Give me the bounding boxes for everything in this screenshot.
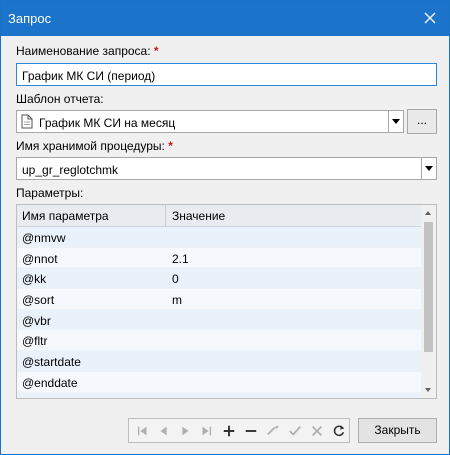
- param-value-cell[interactable]: 0: [172, 272, 179, 286]
- table-row[interactable]: @startdate: [17, 351, 421, 372]
- table-row[interactable]: @enddate: [17, 371, 421, 393]
- param-name-cell[interactable]: @vbr: [22, 314, 51, 328]
- delete-record-button[interactable]: [241, 421, 261, 440]
- table-row[interactable]: @fltr: [17, 330, 421, 352]
- table-row[interactable]: @kk 0: [17, 268, 421, 290]
- query-name-value: График МК СИ (период): [22, 69, 156, 83]
- edit-record-button[interactable]: [263, 421, 283, 440]
- query-name-label: Наименование запроса: *: [16, 44, 159, 58]
- edit-icon: [267, 424, 279, 435]
- template-select[interactable]: График МК СИ на месяц: [16, 110, 404, 133]
- params-label-text: Параметры:: [16, 186, 84, 200]
- procedure-label: Имя хранимой процедуры: *: [16, 139, 173, 153]
- param-value-cell[interactable]: m: [172, 293, 182, 307]
- table-row[interactable]: @ad 0: [17, 392, 421, 399]
- delete-icon: [245, 429, 257, 432]
- grid-header: Имя параметра Значение: [17, 205, 421, 227]
- procedure-dropdown-button[interactable]: [421, 157, 437, 180]
- close-button[interactable]: Закрыть: [358, 418, 437, 443]
- param-name-cell[interactable]: @enddate: [22, 376, 78, 390]
- add-record-button[interactable]: [219, 421, 239, 440]
- param-name-cell[interactable]: @ad: [22, 397, 48, 399]
- record-navigator: [128, 418, 350, 443]
- add-icon: [223, 425, 235, 436]
- column-header-name[interactable]: Имя параметра: [22, 209, 109, 223]
- prev-record-button[interactable]: [154, 421, 174, 440]
- grid-vertical-scrollbar[interactable]: [421, 205, 436, 398]
- chevron-down-icon: [425, 166, 433, 171]
- last-record-button[interactable]: [196, 421, 216, 440]
- query-name-input[interactable]: График МК СИ (период): [16, 63, 437, 86]
- table-row[interactable]: @sort m: [17, 289, 421, 310]
- template-browse-button[interactable]: ...: [407, 109, 437, 134]
- refresh-icon: [333, 424, 345, 436]
- param-value-cell[interactable]: 0: [172, 397, 179, 399]
- template-label-text: Шаблон отчета:: [16, 92, 104, 106]
- param-name-cell[interactable]: @nmvw: [22, 231, 66, 245]
- column-header-value[interactable]: Значение: [172, 209, 225, 223]
- next-record-button[interactable]: [175, 421, 195, 440]
- template-dropdown-button[interactable]: [388, 110, 404, 133]
- prev-icon: [160, 426, 167, 435]
- template-value: График МК СИ на месяц: [39, 116, 176, 130]
- refresh-record-button[interactable]: [329, 421, 349, 440]
- chevron-down-icon: [392, 119, 400, 124]
- param-name-cell[interactable]: @startdate: [22, 355, 81, 369]
- required-mark: *: [153, 44, 159, 58]
- params-grid: Имя параметра Значение @nmvw @nnot 2.1 @kk 0…: [16, 204, 437, 399]
- param-name-cell[interactable]: @fltr: [22, 334, 48, 348]
- template-label: Шаблон отчета:: [16, 92, 104, 106]
- title-bar: Запрос: [1, 1, 449, 36]
- procedure-select[interactable]: up_gr_reglotchmk: [16, 157, 437, 180]
- first-record-button[interactable]: [133, 421, 153, 440]
- column-divider[interactable]: [165, 205, 166, 227]
- close-icon: [424, 12, 436, 24]
- close-window-button[interactable]: [417, 5, 443, 31]
- grid-rows: @nmvw @nnot 2.1 @kk 0 @sort m @vbr @fltr @startda…: [17, 227, 421, 399]
- next-icon: [182, 426, 189, 435]
- query-dialog: Запрос Наименование запроса: * График МК…: [0, 0, 450, 455]
- param-name-cell[interactable]: @nnot: [22, 252, 58, 266]
- param-name-cell[interactable]: @kk: [22, 272, 46, 286]
- scroll-up-icon[interactable]: [425, 211, 431, 215]
- table-row[interactable]: @nmvw: [17, 227, 421, 248]
- table-row[interactable]: @vbr: [17, 309, 421, 331]
- document-icon: [21, 114, 33, 129]
- post-icon: [289, 425, 301, 436]
- param-value-cell[interactable]: 2.1: [172, 252, 189, 266]
- scroll-down-icon[interactable]: [425, 388, 431, 392]
- table-row[interactable]: @nnot 2.1: [17, 247, 421, 269]
- procedure-label-text: Имя хранимой процедуры:: [16, 139, 165, 153]
- cancel-record-button[interactable]: [307, 421, 327, 440]
- procedure-value: up_gr_reglotchmk: [22, 163, 119, 177]
- first-icon: [137, 426, 147, 435]
- params-label: Параметры:: [16, 186, 83, 200]
- param-name-cell[interactable]: @sort: [22, 293, 54, 307]
- window-title: Запрос: [8, 11, 52, 26]
- post-record-button[interactable]: [285, 421, 305, 440]
- required-mark: *: [168, 139, 173, 153]
- query-name-label-text: Наименование запроса:: [16, 44, 151, 58]
- cancel-icon: [312, 425, 322, 436]
- last-icon: [202, 426, 212, 435]
- scroll-thumb[interactable]: [424, 222, 433, 352]
